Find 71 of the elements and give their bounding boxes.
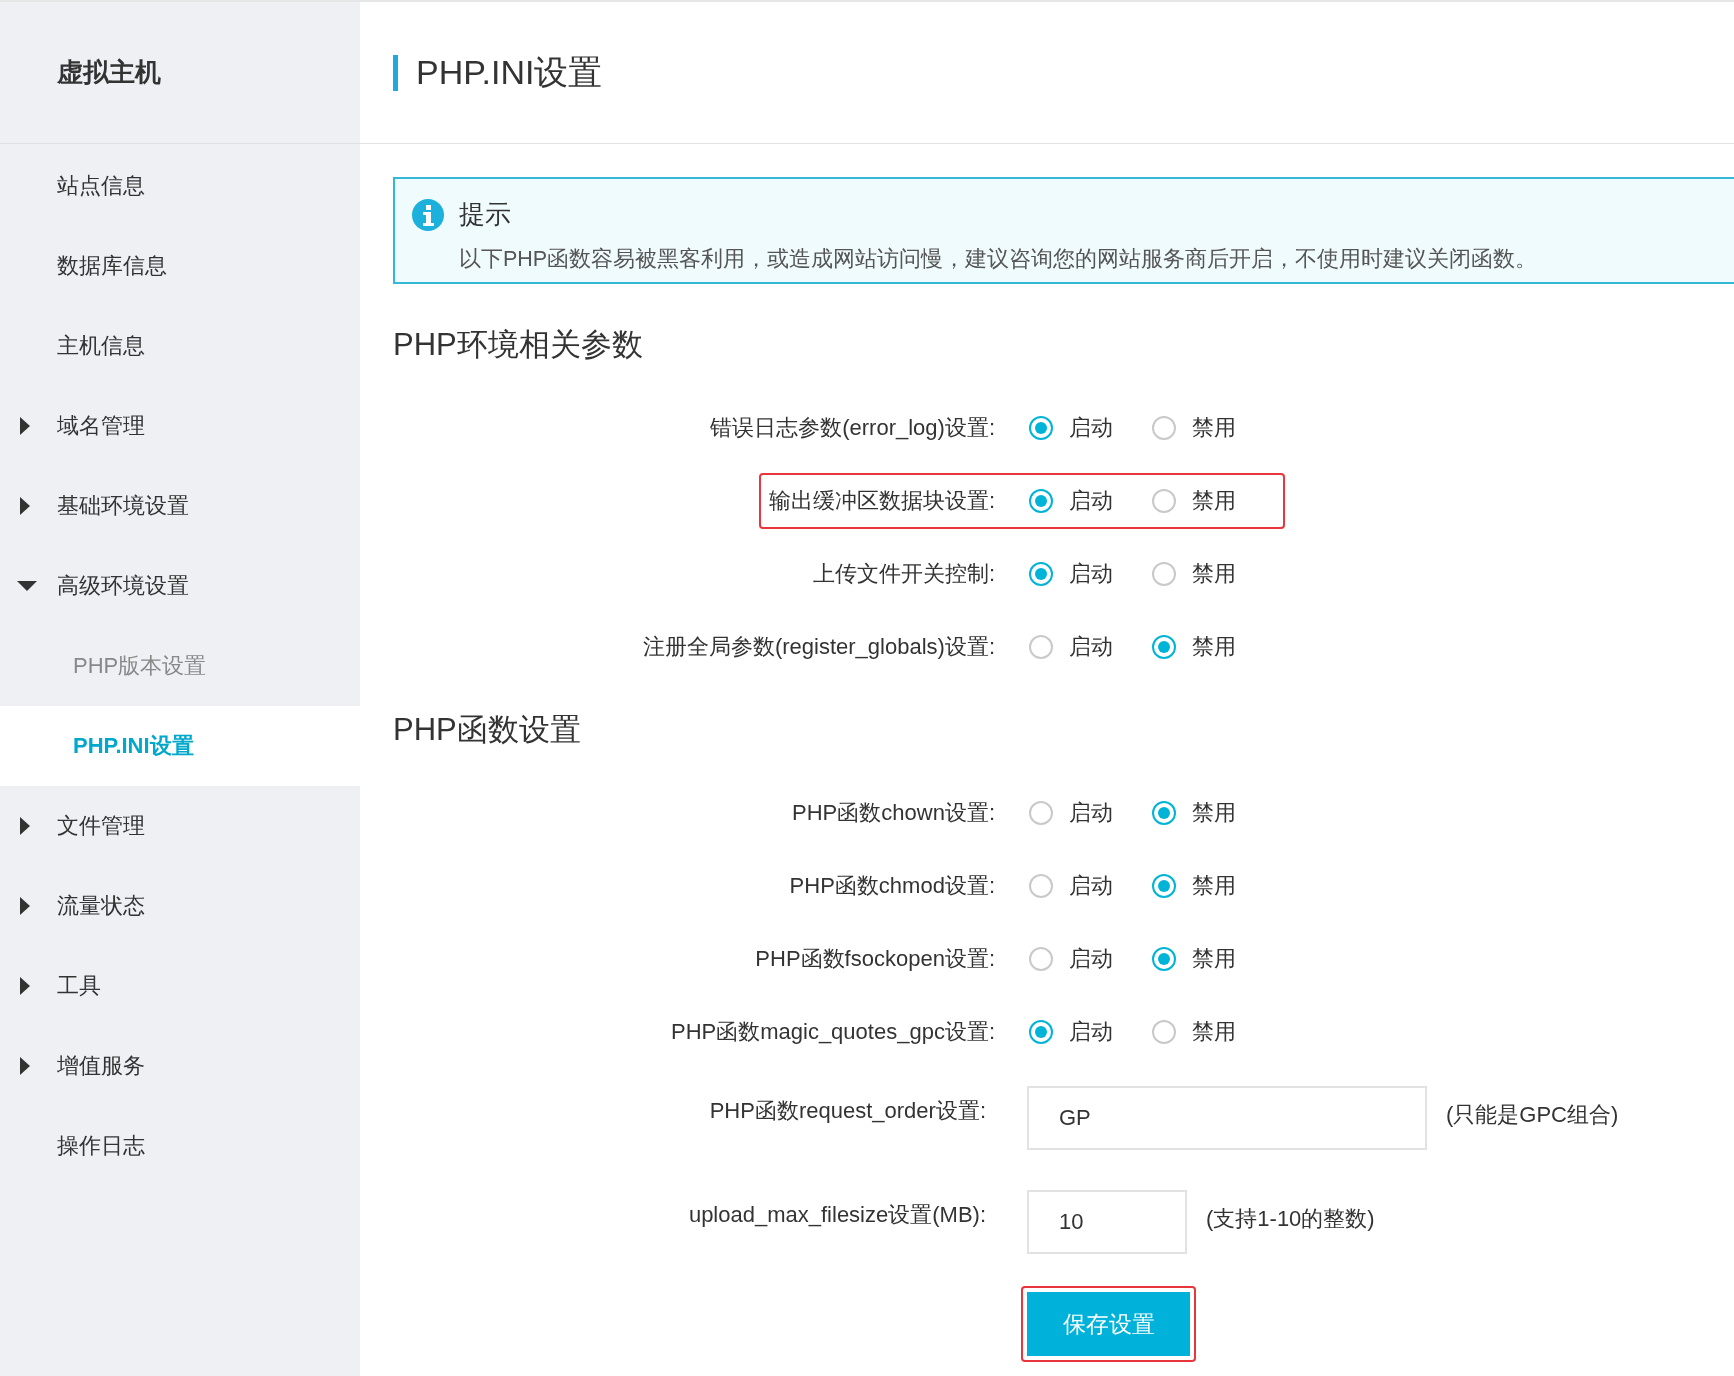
sidebar-item[interactable]: 数据库信息 <box>0 226 360 306</box>
sidebar-title: 虚拟主机 <box>57 56 161 89</box>
radio-label[interactable]: 启动 <box>1069 631 1113 662</box>
sidebar-item[interactable]: 文件管理 <box>0 786 360 866</box>
radio-label[interactable]: 启动 <box>1069 797 1113 828</box>
radio-label[interactable]: 禁用 <box>1192 797 1236 828</box>
tip-text: 以下PHP函数容易被黑客利用，或造成网站访问慢，建议咨询您的网站服务商后开启，不使用时建议关闭函数。 <box>459 246 1539 273</box>
radio-label[interactable]: 启动 <box>1069 1016 1113 1047</box>
section-heading: PHP函数设置 <box>393 711 582 749</box>
sidebar-item[interactable]: 流量状态 <box>0 866 360 946</box>
radio-label[interactable]: 禁用 <box>1192 558 1236 589</box>
radio-label[interactable]: 启动 <box>1069 558 1113 589</box>
section-heading: PHP环境相关参数 <box>393 326 644 364</box>
radio-button[interactable] <box>1029 1019 1053 1044</box>
setting-label: PHP函数fsockopen设置: <box>755 944 995 973</box>
radio-label[interactable]: 禁用 <box>1192 412 1236 443</box>
input-field[interactable]: GP <box>1027 1086 1427 1150</box>
caret-right-icon <box>20 977 30 995</box>
sidebar-item[interactable]: 工具 <box>0 946 360 1026</box>
radio-button[interactable] <box>1152 800 1176 825</box>
input-hint: (只能是GPC组合) <box>1446 1101 1619 1129</box>
setting-label: PHP函数chown设置: <box>792 798 995 827</box>
radio-button[interactable] <box>1152 488 1176 513</box>
radio-label[interactable]: 启动 <box>1069 412 1113 443</box>
setting-label: PHP函数chmod设置: <box>789 871 995 900</box>
sidebar-item[interactable]: 操作日志 <box>0 1106 360 1186</box>
setting-label: 输出缓冲区数据块设置: <box>768 486 995 515</box>
setting-label: PHP函数request_order设置: <box>708 1097 986 1125</box>
sidebar-item[interactable]: 主机信息 <box>0 306 360 386</box>
sidebar-item[interactable]: 基础环境设置 <box>0 466 360 546</box>
sidebar-item[interactable]: 增值服务 <box>0 1026 360 1106</box>
radio-button[interactable] <box>1152 415 1176 440</box>
radio-button[interactable] <box>1029 634 1053 659</box>
radio-label[interactable]: 禁用 <box>1192 870 1236 901</box>
radio-label[interactable]: 启动 <box>1069 485 1113 516</box>
radio-button[interactable] <box>1029 800 1053 825</box>
info-icon <box>411 197 445 232</box>
radio-button[interactable] <box>1152 634 1176 659</box>
caret-right-icon <box>20 417 30 435</box>
caret-right-icon <box>20 1057 30 1075</box>
caret-right-icon <box>20 497 30 515</box>
radio-button[interactable] <box>1029 415 1053 440</box>
radio-button[interactable] <box>1152 1019 1176 1044</box>
radio-label[interactable]: 禁用 <box>1192 1016 1236 1047</box>
sidebar-item[interactable]: 高级环境设置 <box>0 546 360 626</box>
radio-label[interactable]: 启动 <box>1069 870 1113 901</box>
setting-label: 注册全局参数(register_globals)设置: <box>642 632 995 661</box>
radio-button[interactable] <box>1029 873 1053 898</box>
radio-button[interactable] <box>1029 946 1053 971</box>
input-hint: (支持1-10的整数) <box>1206 1205 1375 1233</box>
tip-title: 提示 <box>459 198 511 231</box>
caret-right-icon <box>20 817 30 835</box>
page-title: PHP.INI设置 <box>416 51 603 93</box>
setting-label: upload_max_filesize设置(MB): <box>687 1201 986 1229</box>
input-field[interactable]: 10 <box>1027 1190 1187 1254</box>
setting-label: 错误日志参数(error_log)设置: <box>710 413 995 442</box>
setting-label: PHP函数magic_quotes_gpc设置: <box>670 1017 995 1046</box>
radio-label[interactable]: 禁用 <box>1192 943 1236 974</box>
radio-label[interactable]: 禁用 <box>1192 485 1236 516</box>
radio-button[interactable] <box>1152 561 1176 586</box>
sidebar-item[interactable]: 站点信息 <box>0 146 360 226</box>
radio-label[interactable]: 启动 <box>1069 943 1113 974</box>
setting-label: 上传文件开关控制: <box>812 559 995 588</box>
sidebar-item[interactable]: 域名管理 <box>0 386 360 466</box>
radio-button[interactable] <box>1029 488 1053 513</box>
caret-down-icon <box>17 581 37 591</box>
radio-button[interactable] <box>1152 946 1176 971</box>
radio-label[interactable]: 禁用 <box>1192 631 1236 662</box>
radio-button[interactable] <box>1029 561 1053 586</box>
caret-right-icon <box>20 897 30 915</box>
radio-button[interactable] <box>1152 873 1176 898</box>
